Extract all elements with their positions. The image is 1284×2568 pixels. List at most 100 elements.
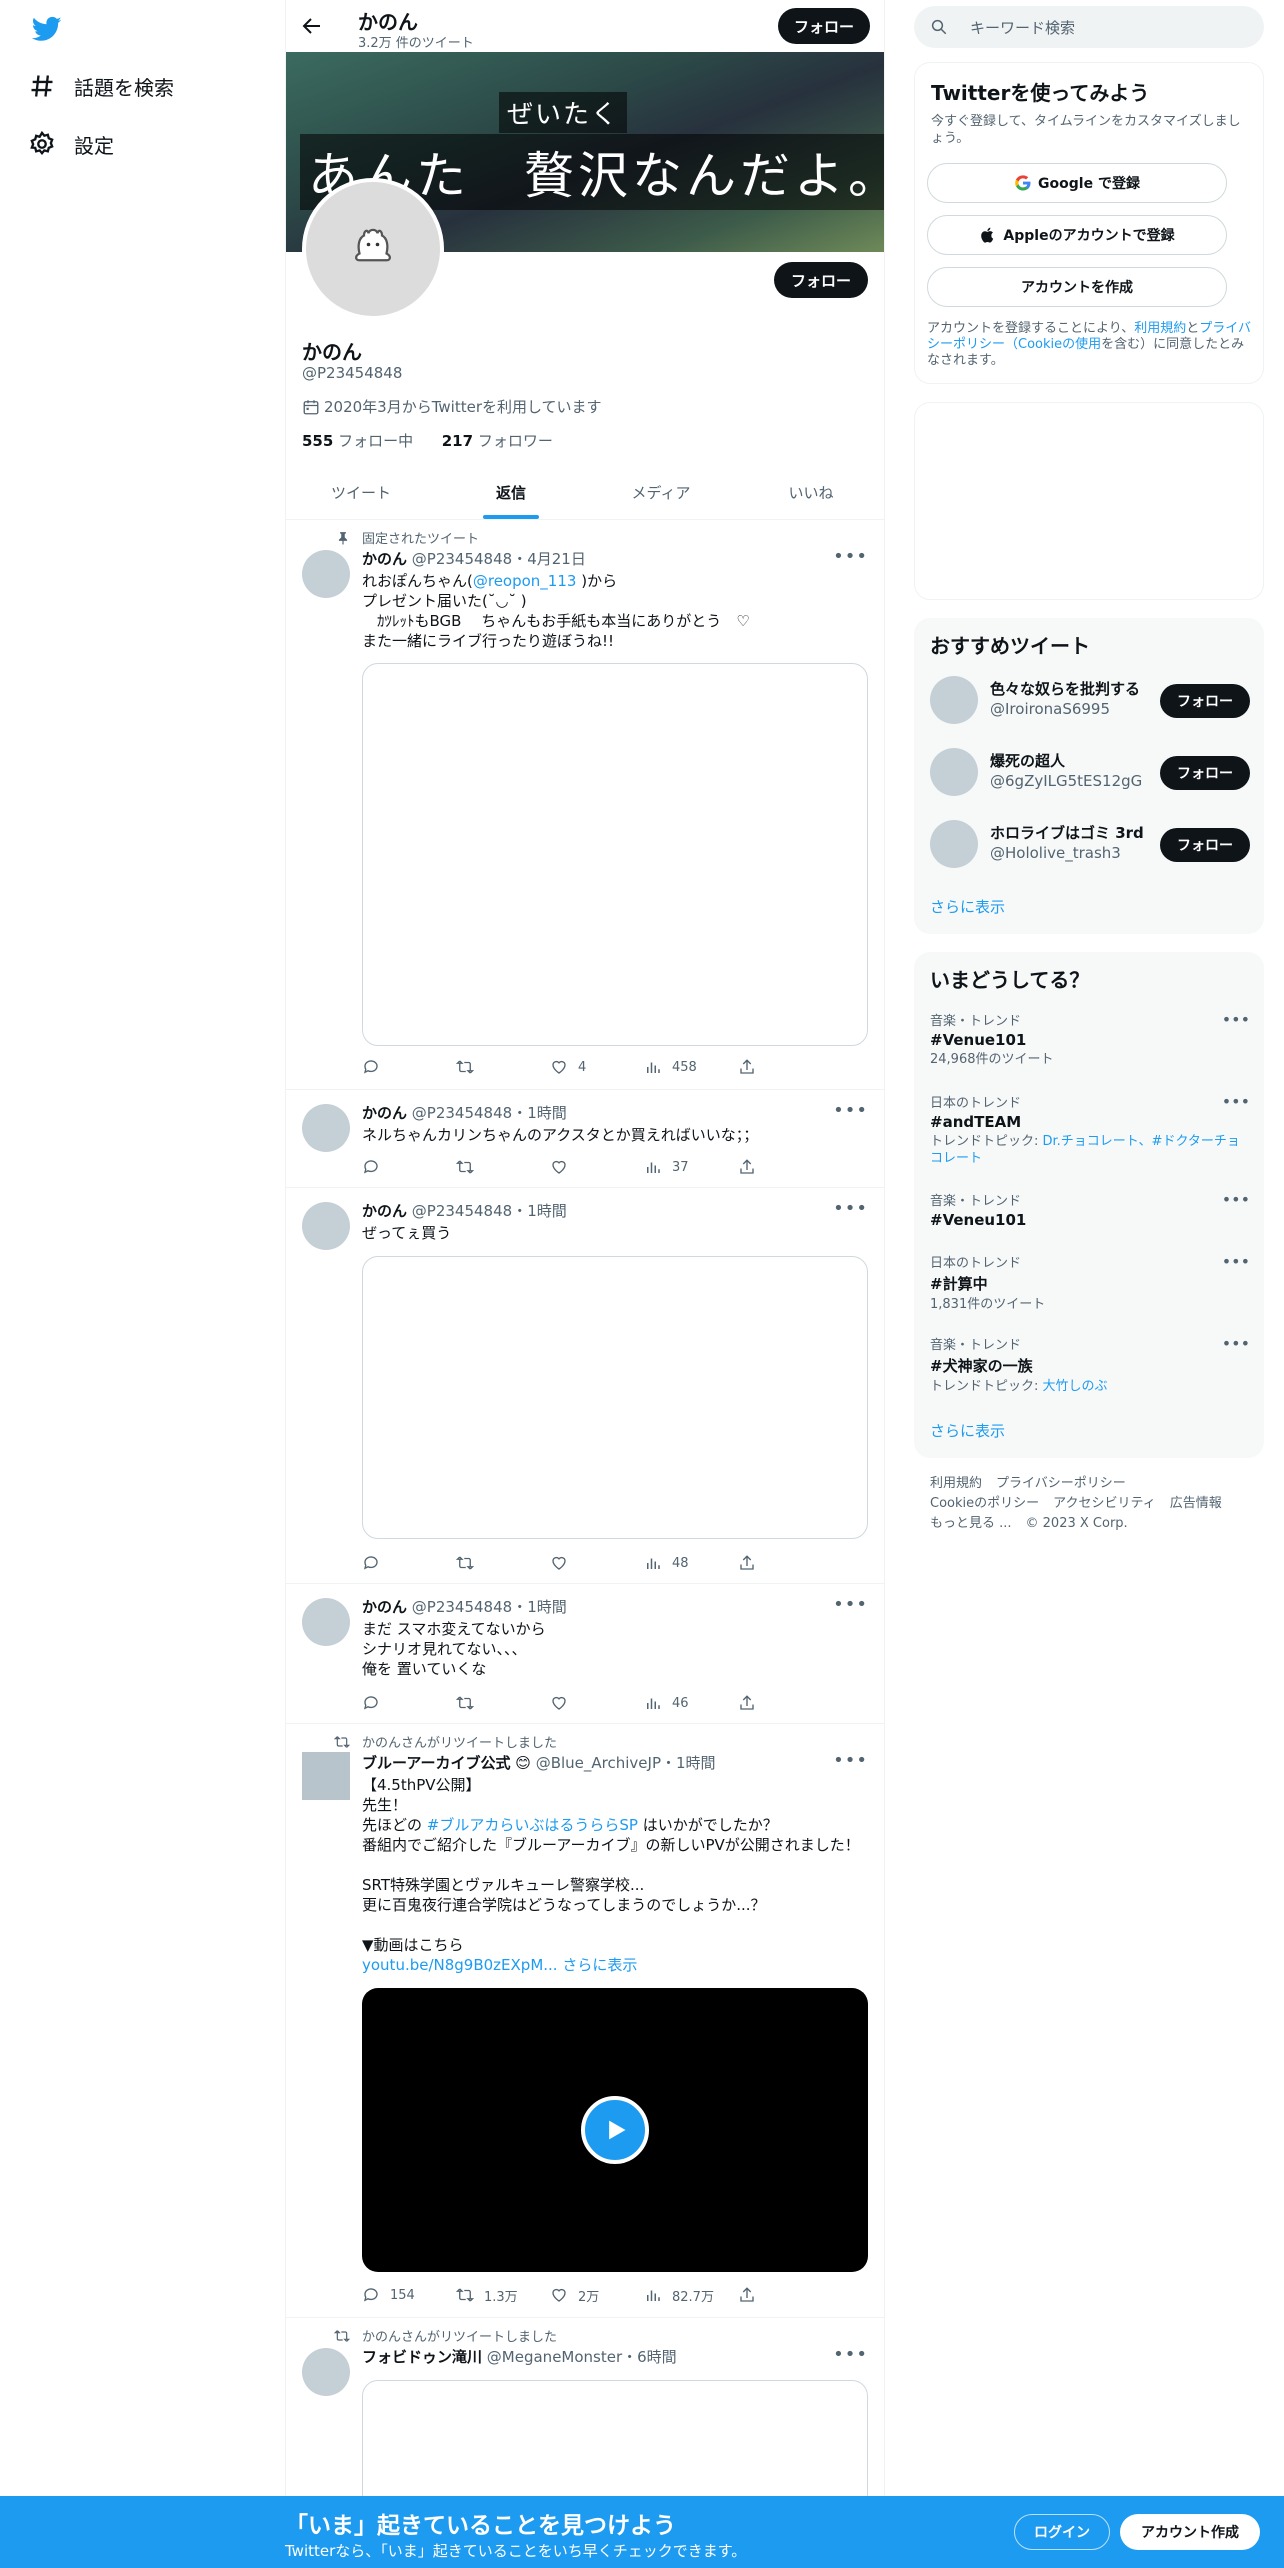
tweet-time[interactable]: ・1時間 xyxy=(512,1202,567,1220)
share-button[interactable] xyxy=(738,1056,766,1078)
trend-item[interactable]: 日本のトレンド #andTEAM トレンドトピック: Dr.チョコレート、#ドク… xyxy=(930,1092,1250,1167)
share-button[interactable] xyxy=(738,1156,766,1178)
hashtag-link[interactable]: #ブルアカらいぶはるうららSP xyxy=(427,1816,638,1834)
search-box[interactable]: キーワード検索 xyxy=(914,6,1264,48)
tweet-author-name[interactable]: かのん xyxy=(362,1104,407,1122)
footer-terms-link[interactable]: 利用規約 xyxy=(930,1476,982,1491)
tweet-item[interactable]: ••• かのん @P23454848・1時間 まだ スマホ変えてないから シナリ… xyxy=(286,1584,884,1724)
share-button[interactable] xyxy=(738,2284,766,2306)
more-options-icon[interactable]: ••• xyxy=(1222,1190,1250,1209)
youtube-link[interactable]: youtu.be/N8g9B0zEXpM... xyxy=(362,1956,558,1974)
tweet-item[interactable]: 固定されたツイート ••• かのん @P23454848・4月21日 れおぽんち… xyxy=(286,520,884,1090)
trend-item[interactable]: 音楽・トレンド #犬神家の一族 トレンドトピック: 大竹しのぶ ••• xyxy=(930,1334,1250,1395)
like-button[interactable] xyxy=(550,1692,644,1714)
tweet-time[interactable]: ・1時間 xyxy=(661,1754,716,1772)
more-options-icon[interactable]: ••• xyxy=(1222,1092,1250,1111)
footer-more-link[interactable]: もっと見る ... xyxy=(930,1516,1012,1531)
user-avatar[interactable] xyxy=(930,820,978,868)
user-avatar[interactable] xyxy=(930,748,978,796)
more-options-icon[interactable]: ••• xyxy=(1222,1334,1250,1353)
tweet-time[interactable]: ・4月21日 xyxy=(512,550,586,568)
like-button[interactable] xyxy=(550,1552,644,1574)
header-follow-button[interactable]: フォロー xyxy=(778,8,870,44)
recommended-user[interactable]: 色々な奴らを批判する @IroironaS6995 フォロー xyxy=(930,674,1250,726)
tweet-author-handle[interactable]: @P23454848 xyxy=(412,550,512,568)
mention-link[interactable]: @reopon_113 xyxy=(473,572,577,590)
followers-link[interactable]: 217 フォロワー xyxy=(442,432,553,450)
recommended-show-more[interactable]: さらに表示 xyxy=(930,896,1005,917)
tab-replies[interactable]: 返信 xyxy=(436,466,586,519)
footer-accessibility-link[interactable]: アクセシビリティ xyxy=(1053,1496,1156,1511)
like-button[interactable] xyxy=(550,1156,644,1178)
footer-ads-link[interactable]: 広告情報 xyxy=(1170,1496,1222,1511)
retweet-button[interactable] xyxy=(456,1552,550,1574)
follow-button[interactable]: フォロー xyxy=(1160,684,1250,718)
tweet-item[interactable]: ••• かのん @P23454848・1時間 ぜってぇ買う 48 xyxy=(286,1188,884,1584)
terms-link[interactable]: 利用規約 xyxy=(1134,321,1186,336)
views-button[interactable]: 458 xyxy=(644,1056,738,1078)
trend-item[interactable]: 日本のトレンド #計算中 1,831件のツイート ••• xyxy=(930,1252,1250,1313)
retweet-button[interactable] xyxy=(456,1056,550,1078)
tweet-item[interactable]: ••• かのん @P23454848・1時間 ネルちゃんカリンちゃんのアクスタと… xyxy=(286,1090,884,1188)
follow-button[interactable]: フォロー xyxy=(1160,756,1250,790)
more-options-icon[interactable]: ••• xyxy=(1222,1010,1250,1029)
tweet-time[interactable]: ・1時間 xyxy=(512,1598,567,1616)
google-signup-button[interactable]: Google で登録 xyxy=(927,163,1227,203)
tab-media[interactable]: メディア xyxy=(586,466,736,519)
tweet-media[interactable] xyxy=(362,663,868,1046)
reply-button[interactable] xyxy=(362,1692,456,1714)
tab-tweets[interactable]: ツイート xyxy=(286,466,436,519)
tweet-avatar[interactable] xyxy=(302,1104,350,1152)
nav-settings[interactable]: 設定 xyxy=(28,124,114,164)
recommended-user[interactable]: 爆死の超人 @6gZyILG5tES12gG フォロー xyxy=(930,746,1250,798)
tweet-video[interactable] xyxy=(362,1988,868,2272)
tweet-author-handle[interactable]: @MeganeMonster xyxy=(487,2348,622,2366)
share-button[interactable] xyxy=(738,1552,766,1574)
footer-privacy-link[interactable]: プライバシーポリシー xyxy=(996,1476,1126,1491)
tweet-author-name[interactable]: かのん xyxy=(362,1598,407,1616)
like-button[interactable]: 2万 xyxy=(550,2284,644,2306)
recommended-user[interactable]: ホロライブはゴミ 3rd @Hololive_trash3 フォロー xyxy=(930,818,1250,870)
reply-button[interactable]: 154 xyxy=(362,2284,456,2306)
back-arrow-icon[interactable] xyxy=(300,14,324,38)
trend-topic-link[interactable]: 大竹しのぶ xyxy=(1043,1379,1108,1394)
trends-show-more[interactable]: さらに表示 xyxy=(930,1420,1005,1441)
tweet-item[interactable]: かのんさんがリツイートしました ••• フォビドゥン滝川 @MeganeMons… xyxy=(286,2318,884,2496)
trend-item[interactable]: 音楽・トレンド #Veneu101 ••• xyxy=(930,1190,1250,1229)
following-link[interactable]: 555 フォロー中 xyxy=(302,432,413,450)
tweet-author-name[interactable]: かのん xyxy=(362,550,407,568)
views-button[interactable]: 37 xyxy=(644,1156,738,1178)
like-button[interactable]: 4 xyxy=(550,1056,644,1078)
tab-likes[interactable]: いいね xyxy=(736,466,884,519)
tweet-time[interactable]: ・6時間 xyxy=(622,2348,677,2366)
tweet-author-name[interactable]: フォビドゥン滝川 xyxy=(362,2348,482,2366)
tweet-author-name[interactable]: かのん xyxy=(362,1202,407,1220)
views-button[interactable]: 82.7万 xyxy=(644,2284,738,2306)
tweet-avatar[interactable] xyxy=(302,1752,350,1800)
tweet-author-handle[interactable]: @Blue_ArchiveJP xyxy=(536,1754,661,1772)
apple-signup-button[interactable]: Appleのアカウントで登録 xyxy=(927,215,1227,255)
retweet-button[interactable] xyxy=(456,1692,550,1714)
profile-follow-button[interactable]: フォロー xyxy=(774,262,868,298)
follow-button[interactable]: フォロー xyxy=(1160,828,1250,862)
signup-button[interactable]: アカウント作成 xyxy=(1120,2514,1260,2550)
tweet-time[interactable]: ・1時間 xyxy=(512,1104,567,1122)
tweet-item[interactable]: かのんさんがリツイートしました ••• ブルーアーカイブ公式 😊 @Blue_A… xyxy=(286,1724,884,2318)
reply-button[interactable] xyxy=(362,1552,456,1574)
reply-button[interactable] xyxy=(362,1056,456,1078)
tweet-author-handle[interactable]: @P23454848 xyxy=(412,1598,512,1616)
tweet-avatar[interactable] xyxy=(302,1598,350,1646)
trend-item[interactable]: 音楽・トレンド #Venue101 24,968件のツイート ••• xyxy=(930,1010,1250,1068)
tweet-author-handle[interactable]: @P23454848 xyxy=(412,1202,512,1220)
nav-explore[interactable]: 話題を検索 xyxy=(28,66,174,106)
tweet-avatar[interactable] xyxy=(302,1202,350,1250)
tweet-media[interactable] xyxy=(362,2380,868,2496)
tweet-author-name[interactable]: ブルーアーカイブ公式 xyxy=(362,1754,511,1772)
retweet-button[interactable]: 1.3万 xyxy=(456,2284,550,2306)
play-button[interactable] xyxy=(581,2096,649,2164)
show-more-link[interactable]: さらに表示 xyxy=(562,1956,637,1974)
share-button[interactable] xyxy=(738,1692,766,1714)
tweet-avatar[interactable] xyxy=(302,550,350,598)
views-button[interactable]: 48 xyxy=(644,1552,738,1574)
tweet-media[interactable] xyxy=(362,1256,868,1539)
